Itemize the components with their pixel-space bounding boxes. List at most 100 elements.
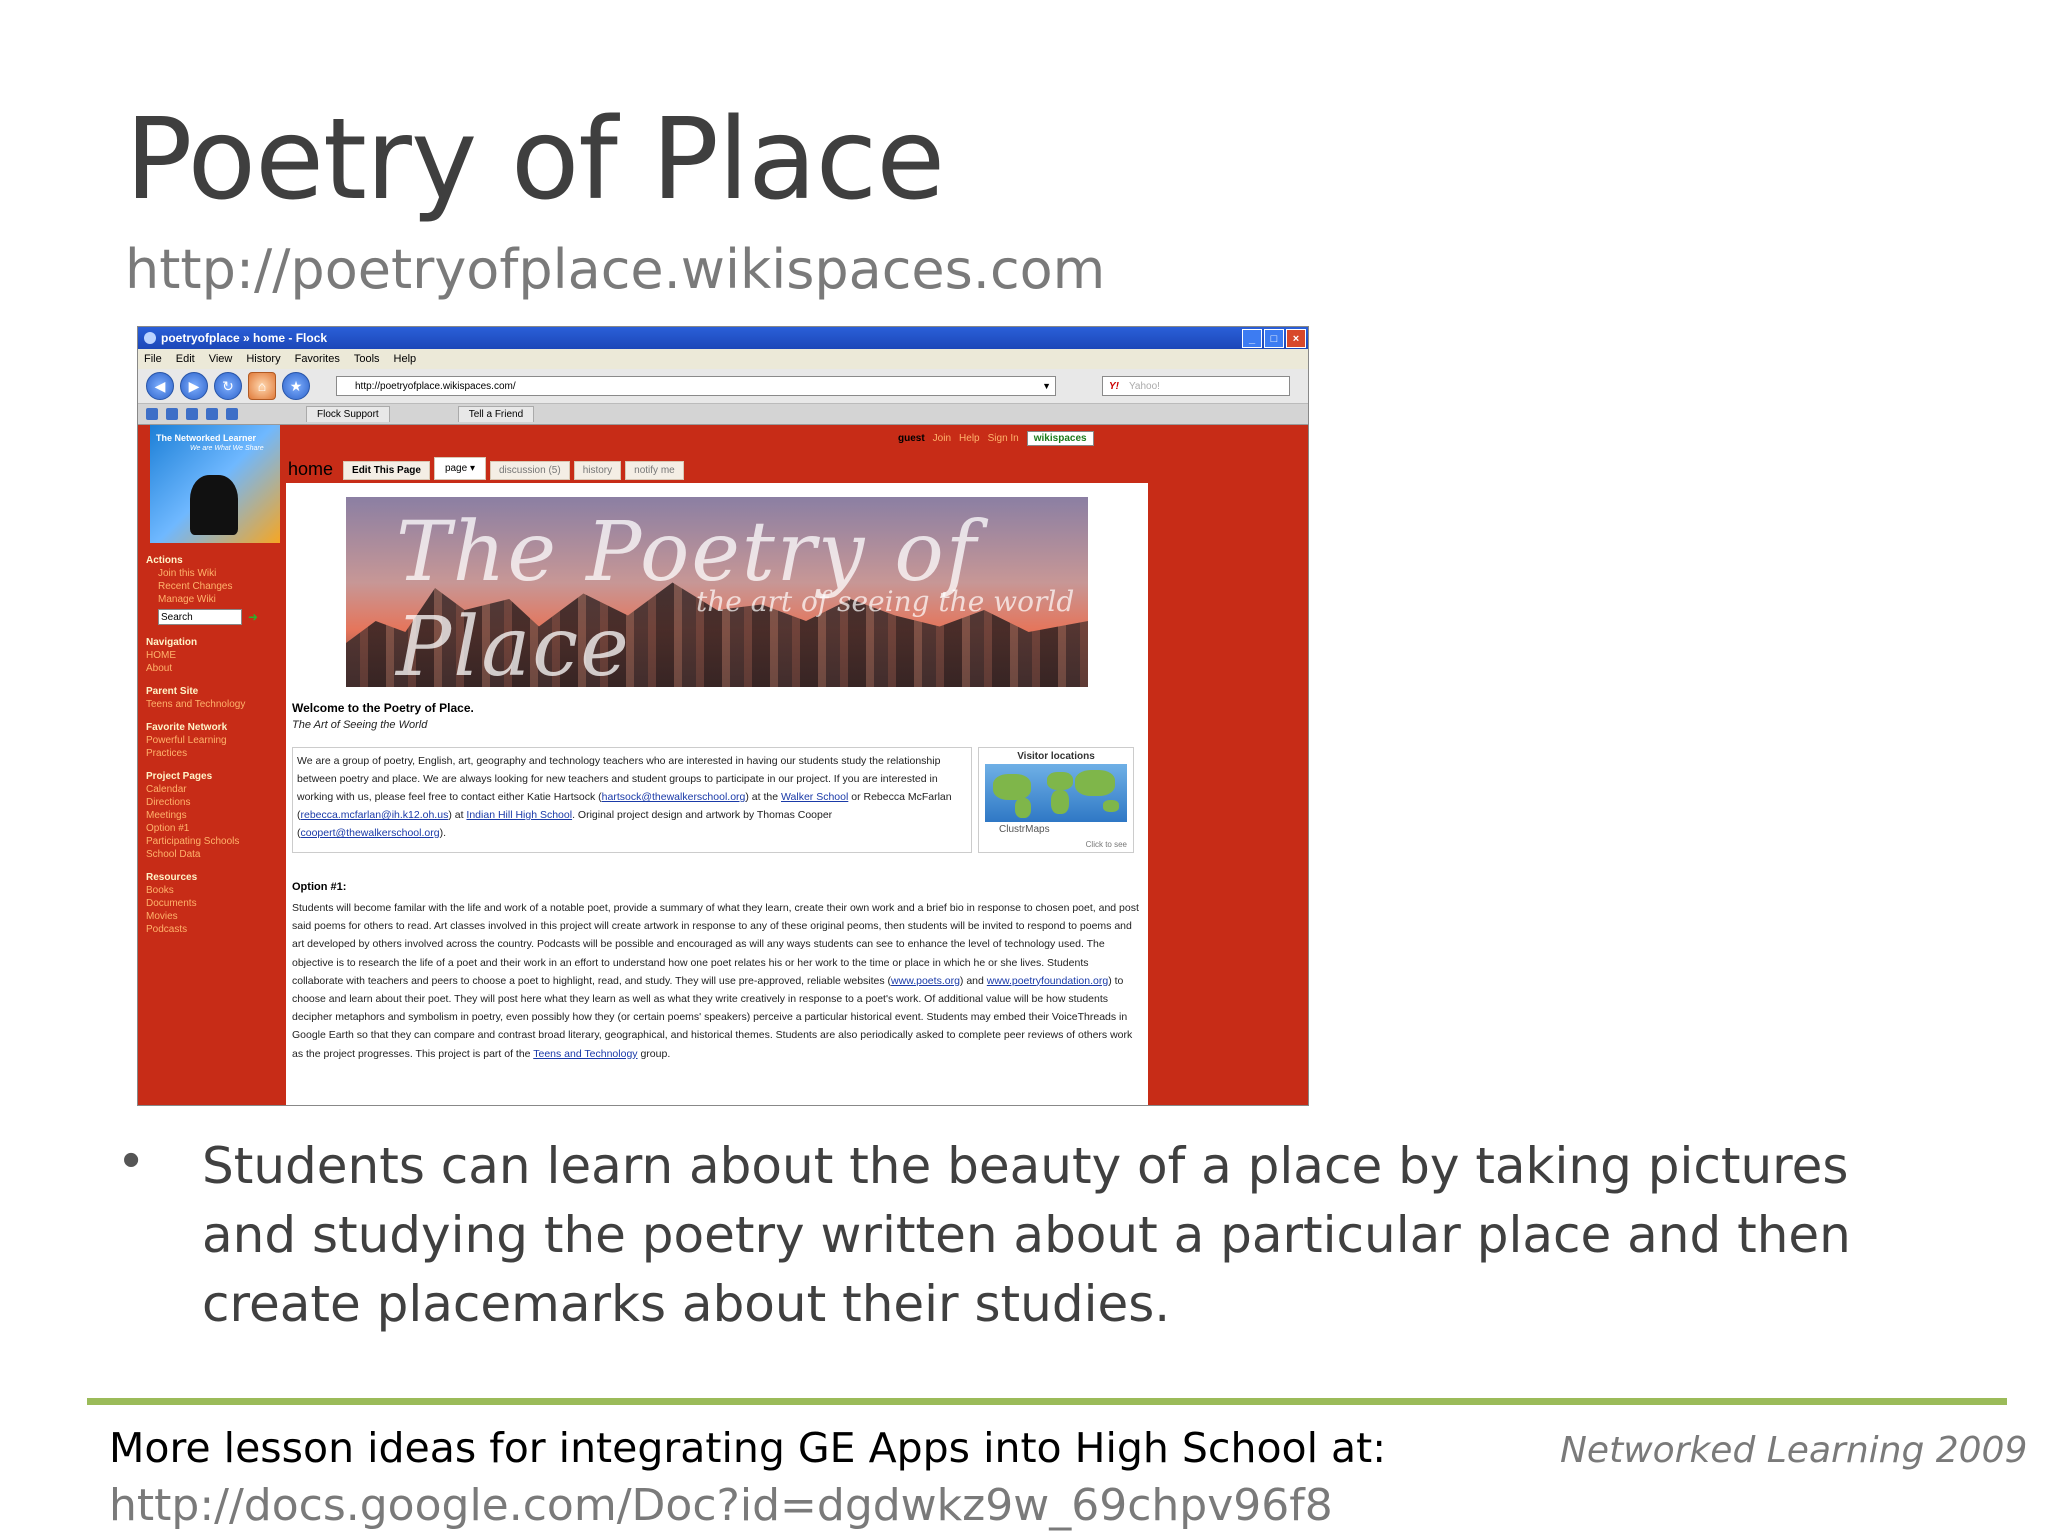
- tab-page[interactable]: page ▾: [433, 457, 486, 480]
- sidebar-item-powerful-learning[interactable]: Powerful Learning: [146, 735, 286, 746]
- visitor-locations-widget[interactable]: Visitor locations ClustrMaps Click to se…: [978, 747, 1134, 853]
- link-indian-hill[interactable]: Indian Hill High School: [466, 809, 572, 821]
- logo-sub: We are What We Share: [190, 445, 264, 452]
- sidebar-item-documents[interactable]: Documents: [146, 898, 286, 909]
- click-to-see[interactable]: Click to see: [1086, 840, 1127, 849]
- search-input[interactable]: Y! Yahoo!: [1102, 376, 1290, 396]
- maximize-icon[interactable]: □: [1264, 329, 1284, 348]
- sidebar-search-input[interactable]: [158, 609, 242, 625]
- sidebar-item-option1[interactable]: Option #1: [146, 823, 286, 834]
- sidebar-heading-resources: Resources: [146, 872, 198, 883]
- link-teens-technology[interactable]: Teens and Technology: [533, 1048, 637, 1060]
- chevron-down-icon[interactable]: ▼: [1042, 381, 1051, 391]
- intro-text: ) at the: [745, 791, 781, 803]
- edit-page-button[interactable]: Edit This Page: [343, 461, 430, 480]
- networked-learner-logo: The Networked Learner We are What We Sha…: [150, 425, 280, 543]
- window-title: poetryofplace » home - Flock: [161, 331, 328, 345]
- link-poetry-foundation[interactable]: www.poetryfoundation.org: [987, 975, 1108, 987]
- sidebar-item-manage[interactable]: Manage Wiki: [158, 594, 286, 605]
- bookmark-tell-a-friend[interactable]: Tell a Friend: [457, 406, 535, 422]
- star-icon[interactable]: ★: [282, 372, 310, 400]
- url-text: http://poetryofplace.wikispaces.com/: [355, 380, 516, 392]
- intro-text: ) at: [448, 809, 467, 821]
- close-icon[interactable]: ×: [1286, 329, 1306, 348]
- sidebar-heading-actions: Actions: [146, 555, 183, 566]
- people-icon[interactable]: [166, 408, 178, 420]
- rss-icon[interactable]: [186, 408, 198, 420]
- thinker-figure: [190, 475, 238, 535]
- wikispaces-logo[interactable]: wikispaces: [1026, 431, 1094, 446]
- back-arrow-icon[interactable]: ◀: [146, 372, 174, 400]
- page-tabs: home Edit This Page page ▾ discussion (5…: [288, 457, 684, 480]
- forward-arrow-icon[interactable]: ▶: [180, 372, 208, 400]
- menu-help[interactable]: Help: [394, 353, 417, 365]
- sidebar-item-practices[interactable]: Practices: [146, 748, 286, 759]
- sidebar-item-movies[interactable]: Movies: [146, 911, 286, 922]
- window-titlebar: poetryofplace » home - Flock _ □ ×: [138, 327, 1308, 349]
- yahoo-icon: Y!: [1109, 380, 1119, 392]
- menu-favorites[interactable]: Favorites: [295, 353, 340, 365]
- mail-icon[interactable]: [206, 408, 218, 420]
- help-link[interactable]: Help: [959, 433, 980, 444]
- sidebar-item-join[interactable]: Join this Wiki: [158, 568, 286, 579]
- home-icon[interactable]: ⌂: [248, 372, 276, 400]
- sidebar-item-teens[interactable]: Teens and Technology: [146, 699, 286, 710]
- menu-tools[interactable]: Tools: [354, 353, 380, 365]
- search-placeholder: Yahoo!: [1129, 380, 1160, 392]
- menu-view[interactable]: View: [209, 353, 233, 365]
- sidebar-heading-navigation: Navigation: [146, 637, 198, 648]
- minimize-icon[interactable]: _: [1242, 329, 1262, 348]
- footer-credit: Networked Learning 2009: [1560, 1430, 2028, 1471]
- world-map-icon: [985, 764, 1127, 822]
- sidebar-item-school-data[interactable]: School Data: [146, 849, 286, 860]
- sidebar-item-podcasts[interactable]: Podcasts: [146, 924, 286, 935]
- footer-text: More lesson ideas for integrating GE App…: [109, 1424, 1387, 1472]
- bookmark-flock-support[interactable]: Flock Support: [306, 406, 390, 422]
- option-heading: Option #1:: [292, 881, 347, 893]
- tab-history[interactable]: history: [573, 461, 622, 480]
- poetry-of-place-banner: The Poetry of Place the art of seeing th…: [346, 497, 1088, 687]
- email-link-hartsock[interactable]: hartsock@thewalkerschool.org: [602, 791, 746, 803]
- menu-bar: File Edit View History Favorites Tools H…: [138, 349, 1308, 369]
- link-poets-org[interactable]: www.poets.org: [891, 975, 960, 987]
- sidebar-search: ➜: [158, 609, 286, 625]
- go-arrow-icon[interactable]: ➜: [248, 610, 258, 624]
- join-link[interactable]: Join: [933, 433, 951, 444]
- sidebar-item-books[interactable]: Books: [146, 885, 286, 896]
- welcome-heading: Welcome to the Poetry of Place.: [292, 701, 474, 715]
- sidebar-item-about[interactable]: About: [146, 663, 286, 674]
- email-link-mcfarlan[interactable]: rebecca.mcfarlan@ih.k12.oh.us: [301, 809, 449, 821]
- option-text: ) to choose and learn about their poet. …: [292, 974, 1133, 1060]
- address-bar[interactable]: http://poetryofplace.wikispaces.com/ ▼: [336, 376, 1056, 396]
- reload-icon[interactable]: ↻: [214, 372, 242, 400]
- globe-icon[interactable]: [146, 408, 158, 420]
- logo-text: The Networked Learner: [156, 433, 257, 443]
- sidebar-item-meetings[interactable]: Meetings: [146, 810, 286, 821]
- photo-icon[interactable]: [226, 408, 238, 420]
- tab-notify[interactable]: notify me: [625, 461, 684, 480]
- bookmarks-toolbar: Flock Support Tell a Friend: [138, 404, 1308, 425]
- sidebar-heading-project: Project Pages: [146, 771, 213, 782]
- sidebar-heading-parent: Parent Site: [146, 686, 199, 697]
- wiki-content: The Poetry of Place the art of seeing th…: [286, 483, 1148, 1105]
- sidebar-item-recent-changes[interactable]: Recent Changes: [158, 581, 286, 592]
- tab-discussion[interactable]: discussion (5): [489, 461, 570, 480]
- footer-url[interactable]: http://docs.google.com/Doc?id=dgdwkz9w_6…: [109, 1480, 1333, 1531]
- menu-file[interactable]: File: [144, 353, 162, 365]
- wiki-page: The Networked Learner We are What We Sha…: [138, 425, 1308, 1105]
- sidebar-item-schools[interactable]: Participating Schools: [146, 836, 286, 847]
- clustrmaps-brand: ClustrMaps: [999, 824, 1050, 835]
- email-link-cooper[interactable]: coopert@thewalkerschool.org: [301, 827, 440, 839]
- sidebar-item-directions[interactable]: Directions: [146, 797, 286, 808]
- sidebar-item-calendar[interactable]: Calendar: [146, 784, 286, 795]
- menu-edit[interactable]: Edit: [176, 353, 195, 365]
- sign-in-link[interactable]: Sign In: [988, 433, 1019, 444]
- link-walker-school[interactable]: Walker School: [781, 791, 848, 803]
- page-name: home: [288, 459, 334, 479]
- sidebar-item-home[interactable]: HOME: [146, 650, 286, 661]
- intro-text: ).: [439, 827, 446, 839]
- menu-history[interactable]: History: [246, 353, 280, 365]
- wiki-top-nav: guest Join Help Sign In wikispaces: [898, 431, 1094, 446]
- window-controls: _ □ ×: [1242, 329, 1306, 348]
- intro-paragraph: We are a group of poetry, English, art, …: [292, 747, 972, 853]
